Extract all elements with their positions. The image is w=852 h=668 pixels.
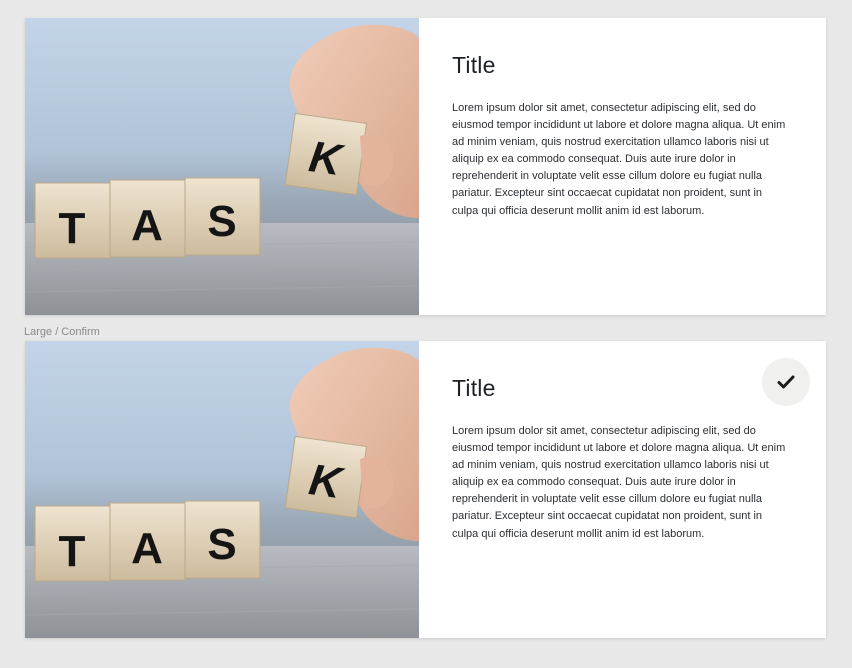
card-title: Title [452, 52, 496, 78]
card-body-text: Lorem ipsum dolor sit amet, consectetur … [452, 425, 786, 540]
block-s: S [184, 500, 261, 579]
block-t-letter: T [59, 527, 86, 576]
block-a-letter: A [131, 201, 163, 250]
block-a: A [109, 502, 186, 581]
block-a: A [109, 179, 186, 258]
confirm-button[interactable] [762, 358, 810, 406]
block-k: K [284, 112, 368, 196]
block-a-letter: A [131, 524, 163, 573]
card-image: T A S K [25, 341, 419, 638]
block-t: T [34, 182, 111, 259]
card-confirm[interactable]: T A S K Title Lorem ipsum dolor sit amet… [25, 341, 826, 638]
block-k: K [284, 435, 368, 519]
block-s-letter: S [207, 520, 236, 569]
card-body-text: Lorem ipsum dolor sit amet, consectetur … [452, 102, 786, 217]
card-title: Title [452, 375, 496, 401]
card-image: T A S K [25, 18, 419, 315]
block-t-letter: T [59, 204, 86, 253]
block-s: S [184, 177, 261, 256]
card-content: Title Lorem ipsum dolor sit amet, consec… [419, 18, 826, 315]
block-s-letter: S [207, 197, 236, 246]
frame-label: Large / Confirm [24, 326, 100, 338]
card-default[interactable]: T A S K Title Lorem ipsum dolor sit amet… [25, 18, 826, 315]
block-t: T [34, 505, 111, 582]
card-content: Title Lorem ipsum dolor sit amet, consec… [419, 341, 826, 638]
checkmark-icon [777, 375, 795, 389]
